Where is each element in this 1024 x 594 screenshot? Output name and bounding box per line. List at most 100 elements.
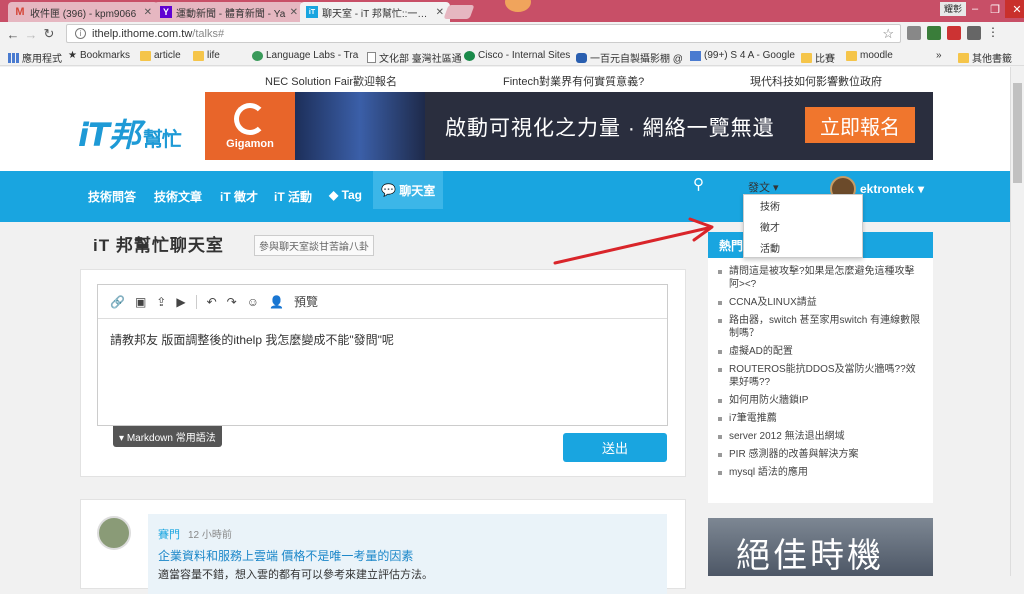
banner-slogan: 啟動可視化之力量 · 網絡一覽無遺 xyxy=(445,117,775,140)
bookmark-life[interactable]: life xyxy=(193,50,220,61)
scrollbar-thumb[interactable] xyxy=(1013,83,1022,183)
bookmark-bookmarks[interactable]: ★ Bookmarks xyxy=(68,50,130,61)
close-tab-icon[interactable]: ✕ xyxy=(290,7,298,18)
bookmark-others[interactable]: 其他書籤 xyxy=(958,50,1012,65)
extension-icon[interactable] xyxy=(967,26,981,40)
nav-articles[interactable]: 技術文章 xyxy=(154,188,202,205)
chevron-right-icon: » xyxy=(936,50,942,61)
editor-toolbar: 🔗 ▣ ⇪ ▶ ↶ ↷ ☺ 👤 預覽 xyxy=(98,285,667,319)
top-link[interactable]: NEC Solution Fair歡迎報名 xyxy=(265,73,397,89)
folder-icon xyxy=(958,52,969,63)
nav-qa[interactable]: 技術問答 xyxy=(88,188,136,205)
google-icon xyxy=(690,50,701,61)
bookmark-studio[interactable]: 一百元自製攝影棚 @ xyxy=(576,50,683,65)
hot-topic-item[interactable]: ROUTEROS能抗DDOS及當防火牆嗎??效果好嗎?? xyxy=(718,363,923,389)
nav-tag[interactable]: ◆ Tag xyxy=(329,188,362,202)
hot-topic-item[interactable]: i7筆電推薦 xyxy=(718,412,923,425)
minimize-icon[interactable]: – xyxy=(965,0,985,18)
avatar[interactable] xyxy=(97,516,131,550)
folder-icon xyxy=(846,50,857,61)
menu-icon[interactable]: ⋮ xyxy=(987,26,1001,40)
bookmark-culture[interactable]: 文化部 臺灣社區通 xyxy=(367,50,462,65)
bookmark-moodle[interactable]: moodle xyxy=(846,50,893,61)
yahoo-icon: Y xyxy=(160,6,172,18)
extension-icon[interactable] xyxy=(927,26,941,40)
hot-topic-item[interactable]: 請問這是被攻擊?如果是怎麼避免這種攻擊阿><? xyxy=(718,265,923,291)
back-icon[interactable]: ← xyxy=(4,27,22,42)
new-tab-button[interactable] xyxy=(443,5,475,19)
preview-button[interactable]: 預覽 xyxy=(294,293,318,310)
chat-bubble-icon: 💬 xyxy=(381,183,400,197)
menu-item-tech[interactable]: 技術 xyxy=(744,195,862,216)
maximize-icon[interactable]: ❐ xyxy=(985,0,1005,18)
message-textarea[interactable]: 請教邦友 版面調整後的ithelp 我怎麼變成不能"發問"呢 xyxy=(98,319,667,360)
info-icon[interactable]: i xyxy=(75,28,86,39)
url-input[interactable]: i ithelp.ithome.com.tw /talks# ☆ xyxy=(66,24,901,43)
ad-banner[interactable]: Gigamon 啟動可視化之力量 · 網絡一覽無遺 立即報名 xyxy=(205,92,933,160)
browser-tab-yahoo[interactable]: Y 運動新聞 - 體育新聞 - Ya ✕ xyxy=(154,2,304,22)
reload-icon[interactable]: ↻ xyxy=(40,26,58,42)
browser-tab-ithelp[interactable]: iT 聊天室 - iT 邦幫忙::一起幫 ✕ xyxy=(300,2,450,22)
undo-icon[interactable]: ↶ xyxy=(207,295,217,309)
message-author[interactable]: 賽門 xyxy=(158,526,180,542)
nav-events[interactable]: iT 活動 xyxy=(274,188,312,205)
top-link[interactable]: Fintech對業界有何實質意義? xyxy=(503,73,644,89)
hot-topic-item[interactable]: mysql 語法的應用 xyxy=(718,466,923,479)
hot-topic-item[interactable]: CCNA及LINUX請益 xyxy=(718,296,923,309)
browser-tab-gmail[interactable]: M 收件匣 (396) - kpm9066 ✕ xyxy=(8,2,158,22)
menu-item-jobs[interactable]: 徵才 xyxy=(744,216,862,237)
submit-button[interactable]: 送出 xyxy=(563,433,667,462)
site-header: NEC Solution Fair歡迎報名 Fintech對業界有何實質意義? … xyxy=(0,67,1010,171)
hot-topic-item[interactable]: 路由器，switch 甚至家用switch 有連線數限制嗎？ xyxy=(718,314,923,340)
forward-icon[interactable]: → xyxy=(22,27,40,42)
markdown-help-button[interactable]: ▾ Markdown 常用語法 xyxy=(113,426,222,447)
extension-icon[interactable] xyxy=(907,26,921,40)
hot-topic-item[interactable]: PIR 感測器的改善與解決方案 xyxy=(718,448,923,461)
message-link[interactable]: 企業資料和服務上雲端 價格不是唯一考量的因素 xyxy=(158,547,413,564)
bookmark-overflow[interactable]: » xyxy=(936,50,942,61)
post-composer: 🔗 ▣ ⇪ ▶ ↶ ↷ ☺ 👤 預覽 請教邦友 版面調整後的ithelp 我怎麼… xyxy=(80,269,686,477)
site-logo[interactable]: iT邦 幫忙 xyxy=(78,110,182,156)
menu-item-events[interactable]: 活動 xyxy=(744,237,862,258)
link-icon[interactable]: 🔗 xyxy=(110,295,125,309)
tab-title: 收件匣 (396) - kpm9066 xyxy=(30,8,137,20)
bookmark-language-labs[interactable]: Language Labs - Tra xyxy=(252,50,358,61)
top-link[interactable]: 現代科技如何影響數位政府 xyxy=(750,73,882,89)
bookmark-google[interactable]: (99+) S 4 A - Google xyxy=(690,50,795,61)
profile-name[interactable]: 耀彰 xyxy=(940,2,967,16)
post-dropdown-toggle[interactable]: 發文 ▾ xyxy=(748,179,779,195)
folder-icon xyxy=(193,50,204,61)
chevron-down-icon: ▾ xyxy=(918,182,925,196)
globe-icon xyxy=(464,50,475,61)
close-tab-icon[interactable]: ✕ xyxy=(144,7,152,18)
hot-topic-item[interactable]: 如何用防火牆鎖IP xyxy=(718,394,923,407)
upload-icon[interactable]: ⇪ xyxy=(156,295,166,309)
redo-icon[interactable]: ↷ xyxy=(227,295,237,309)
bookmark-cisco[interactable]: Cisco - Internal Sites xyxy=(464,50,570,61)
decorative-ball xyxy=(505,0,531,12)
tab-title: 運動新聞 - 體育新聞 - Ya xyxy=(176,8,286,20)
extension-icon[interactable] xyxy=(947,26,961,40)
banner-cta-button[interactable]: 立即報名 xyxy=(805,107,915,143)
emoji-icon[interactable]: ☺ xyxy=(247,295,259,309)
nav-chatroom[interactable]: 💬 聊天室 xyxy=(373,171,444,209)
close-window-icon[interactable]: ✕ xyxy=(1005,0,1024,18)
gigamon-logo-icon xyxy=(234,102,266,135)
user-icon[interactable]: 👤 xyxy=(269,295,284,309)
page-scrollbar[interactable] xyxy=(1010,67,1024,576)
image-icon[interactable]: ▣ xyxy=(135,295,146,309)
hot-topic-item[interactable]: 虛擬AD的配置 xyxy=(718,345,923,358)
close-tab-icon[interactable]: ✕ xyxy=(436,7,444,18)
hot-topic-item[interactable]: server 2012 無法退出網域 xyxy=(718,430,923,443)
sidebar-ad[interactable]: 絕佳時機 xyxy=(708,518,933,576)
bookmark-contest[interactable]: 比賽 xyxy=(801,50,835,65)
nav-jobs[interactable]: iT 徵才 xyxy=(220,188,258,205)
youtube-icon[interactable]: ▶ xyxy=(176,295,185,309)
tab-title: 聊天室 - iT 邦幫忙::一起幫 xyxy=(322,8,432,20)
message-body: 適當容量不錯，想入雲的都有可以參考來建立評估方法。 xyxy=(158,569,433,581)
search-icon[interactable]: ⚲ xyxy=(693,175,704,193)
bookmark-article[interactable]: article xyxy=(140,50,181,61)
bookmark-star-icon[interactable]: ☆ xyxy=(882,26,894,42)
bookmark-apps[interactable]: 應用程式 xyxy=(8,50,62,65)
chat-icon xyxy=(576,52,587,63)
